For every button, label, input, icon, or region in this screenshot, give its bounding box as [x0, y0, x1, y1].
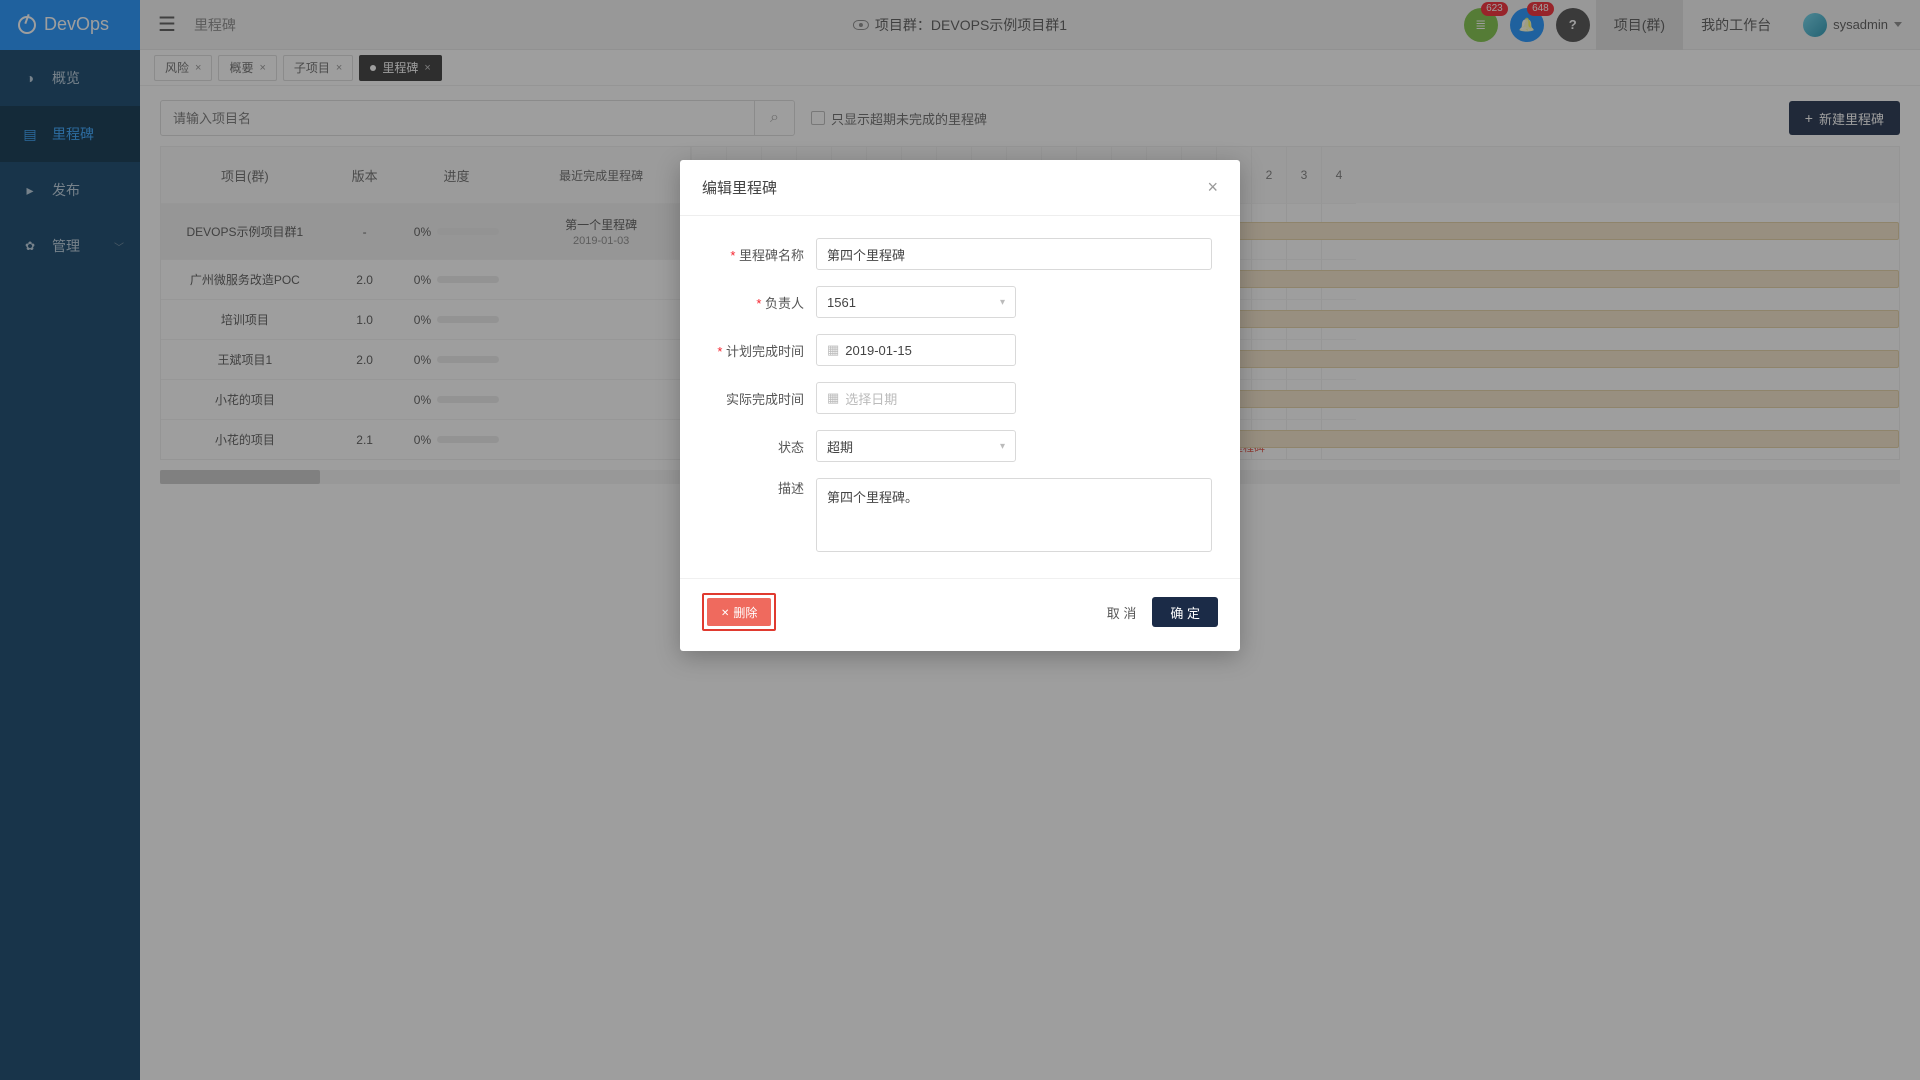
edit-milestone-modal: 编辑里程碑 × 里程碑名称 第四个里程碑 负责人 1561 ▾ 计划完成时间 ▦… [680, 160, 1240, 651]
label-status: 状态 [708, 437, 816, 456]
select-owner-value: 1561 [827, 295, 856, 310]
date-actual-placeholder: 选择日期 [845, 389, 897, 408]
modal-overlay: 编辑里程碑 × 里程碑名称 第四个里程碑 负责人 1561 ▾ 计划完成时间 ▦… [0, 0, 1920, 1080]
select-owner[interactable]: 1561 ▾ [816, 286, 1016, 318]
modal-close-button[interactable]: × [1207, 177, 1218, 198]
modal-title: 编辑里程碑 [702, 177, 777, 198]
ok-button[interactable]: 确 定 [1152, 597, 1218, 627]
close-icon [721, 605, 729, 619]
chevron-down-icon: ▾ [1000, 297, 1005, 308]
date-plan-value: 2019-01-15 [845, 343, 912, 358]
chevron-down-icon: ▾ [1000, 441, 1005, 452]
textarea-desc[interactable] [816, 478, 1212, 552]
select-status-value: 超期 [827, 437, 853, 456]
label-owner: 负责人 [708, 293, 816, 312]
label-plan-date: 计划完成时间 [708, 341, 816, 360]
label-actual-date: 实际完成时间 [708, 389, 816, 408]
calendar-icon: ▦ [827, 342, 839, 358]
cancel-button[interactable]: 取 消 [1091, 597, 1153, 627]
select-status[interactable]: 超期 ▾ [816, 430, 1016, 462]
date-actual[interactable]: ▦ 选择日期 [816, 382, 1016, 414]
modal-body: 里程碑名称 第四个里程碑 负责人 1561 ▾ 计划完成时间 ▦ 2019-01… [680, 216, 1240, 578]
input-name[interactable]: 第四个里程碑 [816, 238, 1212, 270]
calendar-icon: ▦ [827, 390, 839, 406]
date-plan[interactable]: ▦ 2019-01-15 [816, 334, 1016, 366]
modal-header: 编辑里程碑 × [680, 160, 1240, 216]
delete-button[interactable]: 删除 [707, 598, 771, 626]
delete-button-highlight: 删除 [702, 593, 776, 631]
modal-footer: 删除 取 消 确 定 [680, 578, 1240, 651]
input-name-value: 第四个里程碑 [827, 245, 905, 264]
delete-button-label: 删除 [733, 604, 757, 621]
label-desc: 描述 [708, 478, 816, 497]
label-name: 里程碑名称 [708, 245, 816, 264]
